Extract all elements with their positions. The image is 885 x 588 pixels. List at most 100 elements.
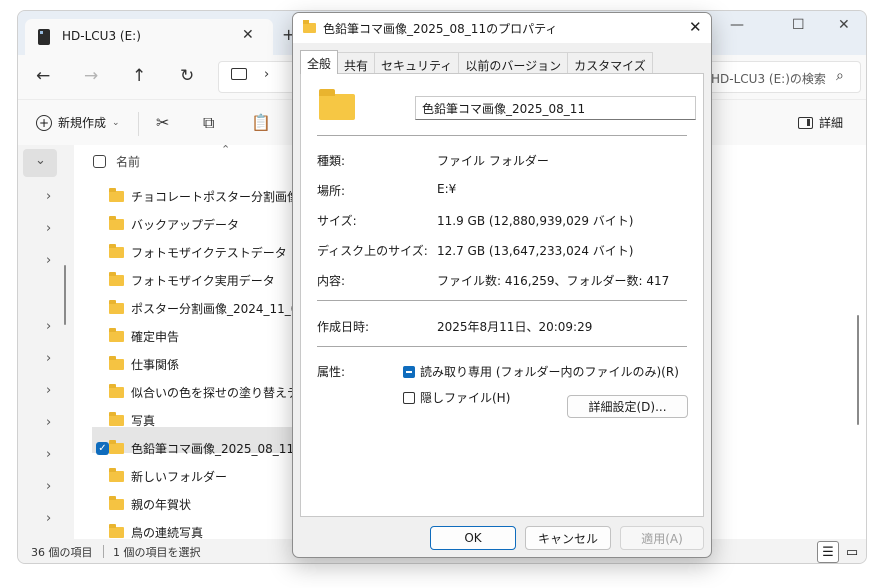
readonly-label: 読み取り専用 (フォルダー内のファイルのみ)(R): [420, 365, 679, 379]
dialog-close-icon[interactable]: ✕: [689, 18, 702, 36]
new-button[interactable]: + 新規作成 ⌄: [36, 114, 120, 131]
folder-name-field[interactable]: 色鉛筆コマ画像_2025_08_11: [415, 96, 696, 120]
close-window-icon[interactable]: ✕: [838, 17, 850, 33]
folder-icon: [109, 355, 124, 370]
folder-icon: [109, 383, 124, 398]
chevron-right-icon[interactable]: ›: [46, 253, 51, 268]
tab-sharing[interactable]: 共有: [337, 52, 376, 74]
folder-icon: [303, 20, 316, 33]
address-bar[interactable]: ›: [218, 61, 298, 93]
folder-icon: [109, 467, 124, 482]
hidden-check-box[interactable]: [403, 391, 415, 404]
column-header-label: 名前: [116, 155, 141, 169]
maximize-icon[interactable]: ☐: [792, 17, 805, 33]
item-name: 新しいフォルダー: [131, 469, 228, 484]
details-label: 詳細: [819, 116, 844, 130]
back-icon[interactable]: ←: [36, 66, 50, 86]
properties-dialog: 色鉛筆コマ画像_2025_08_11のプロパティ ✕ 全般 共有 セキュリティ …: [292, 12, 712, 558]
location-value: E:¥: [437, 182, 457, 196]
details-view-icon[interactable]: ☰: [817, 541, 839, 563]
hidden-label: 隠しファイル(H): [420, 391, 511, 405]
divider: [103, 545, 104, 558]
item-name: 写真: [131, 413, 156, 428]
item-name: 仕事関係: [131, 357, 180, 372]
minimize-icon[interactable]: —: [730, 17, 744, 33]
list-item[interactable]: フォトモザイク実用データ: [93, 267, 323, 293]
folder-icon: [109, 299, 124, 314]
desktop: HD-LCU3 (E:) ✕ + — ☐ ✕ ← → ↑ ↻ › HD-LCU3…: [0, 0, 885, 588]
divider: [317, 135, 687, 136]
tiles-view-icon[interactable]: ▭: [841, 541, 863, 563]
disk-size-label: ディスク上のサイズ:: [317, 244, 428, 258]
list-item[interactable]: ポスター分割画像_2024_11_03: [93, 295, 323, 321]
disk-size-value: 12.7 GB (13,647,233,024 バイト): [437, 244, 634, 258]
chevron-down-icon[interactable]: ⌄: [35, 153, 46, 168]
up-icon[interactable]: ↑: [132, 66, 146, 86]
item-name: バックアップデータ: [131, 217, 240, 232]
tab-previous-versions[interactable]: 以前のバージョン: [458, 52, 569, 74]
tab-security[interactable]: セキュリティ: [374, 52, 460, 74]
chevron-right-icon[interactable]: ›: [46, 415, 51, 430]
item-name: 鳥の連続写真: [131, 525, 204, 540]
content-scrollbar[interactable]: [857, 315, 859, 425]
list-item[interactable]: 新しいフォルダー: [93, 463, 323, 489]
details-pane-icon: [798, 116, 813, 129]
tab-general[interactable]: 全般: [300, 50, 339, 74]
created-value: 2025年8月11日、20:09:29: [437, 320, 593, 334]
type-value: ファイル フォルダー: [437, 154, 549, 168]
list-item[interactable]: 確定申告: [93, 323, 323, 349]
nav-scrollbar[interactable]: [64, 265, 66, 325]
plus-icon: +: [36, 114, 52, 131]
divider: [138, 112, 139, 136]
check-icon[interactable]: ✓: [96, 441, 109, 455]
type-label: 種類:: [317, 154, 346, 168]
folder-icon: [109, 495, 124, 510]
list-item[interactable]: 写真: [93, 407, 323, 433]
list-item-selected[interactable]: ✓ 色鉛筆コマ画像_2025_08_11: [93, 435, 323, 461]
tab-close-icon[interactable]: ✕: [242, 27, 254, 43]
item-name: チョコレートポスター分割画像: [131, 189, 300, 204]
list-item[interactable]: フォトモザイクテストデータ: [93, 239, 323, 265]
folder-icon: [109, 411, 124, 426]
apply-button[interactable]: 適用(A): [620, 526, 704, 550]
chevron-right-icon[interactable]: ›: [46, 511, 51, 526]
item-name: フォトモザイクテストデータ: [131, 245, 287, 260]
chevron-right-icon[interactable]: ›: [46, 479, 51, 494]
details-pane-button[interactable]: 詳細: [798, 114, 843, 131]
cut-icon[interactable]: ✂: [156, 113, 169, 132]
list-item[interactable]: チョコレートポスター分割画像: [93, 183, 323, 209]
chevron-right-icon[interactable]: ›: [46, 447, 51, 462]
readonly-check-box[interactable]: [403, 365, 415, 378]
search-box[interactable]: HD-LCU3 (E:)の検索 ⌕: [698, 61, 861, 93]
advanced-button[interactable]: 詳細設定(D)...: [567, 395, 688, 418]
folder-icon: [109, 523, 124, 538]
list-item[interactable]: 似合いの色を探せの塗り替えテスト: [93, 379, 323, 405]
chevron-right-icon[interactable]: ›: [46, 351, 51, 366]
file-list: 名前 ⌃ チョコレートポスター分割画像 バックアップデータ フォトモザイクテスト…: [93, 143, 323, 540]
cancel-button[interactable]: キャンセル: [525, 526, 611, 550]
refresh-icon[interactable]: ↻: [180, 66, 194, 86]
hidden-checkbox[interactable]: 隠しファイル(H): [403, 389, 510, 406]
chevron-right-icon[interactable]: ›: [46, 189, 51, 204]
copy-icon[interactable]: ⧉: [203, 113, 214, 133]
breadcrumb-chevron-icon[interactable]: ›: [264, 67, 269, 82]
list-item[interactable]: 仕事関係: [93, 351, 323, 377]
chevron-right-icon[interactable]: ›: [46, 319, 51, 334]
search-placeholder: HD-LCU3 (E:)の検索: [711, 72, 826, 86]
chevron-right-icon[interactable]: ›: [46, 221, 51, 236]
readonly-checkbox[interactable]: 読み取り専用 (フォルダー内のファイルのみ)(R): [403, 363, 679, 380]
list-item[interactable]: 親の年賀状: [93, 491, 323, 517]
paste-icon[interactable]: 📋: [251, 113, 271, 132]
list-item[interactable]: バックアップデータ: [93, 211, 323, 237]
item-name: 色鉛筆コマ画像_2025_08_11: [131, 441, 295, 456]
ok-button[interactable]: OK: [430, 526, 516, 550]
dialog-tabs: 全般 共有 セキュリティ 以前のバージョン カスタマイズ: [300, 50, 653, 74]
tab-customize[interactable]: カスタマイズ: [567, 52, 653, 74]
forward-icon[interactable]: →: [84, 66, 98, 86]
divider: [317, 346, 687, 347]
chevron-right-icon[interactable]: ›: [46, 383, 51, 398]
select-all-checkbox[interactable]: [93, 155, 106, 168]
tab-hd-lcu3[interactable]: HD-LCU3 (E:) ✕: [25, 19, 273, 55]
column-header-name[interactable]: 名前: [93, 153, 140, 170]
selection-count: 1 個の項目を選択: [113, 546, 201, 559]
